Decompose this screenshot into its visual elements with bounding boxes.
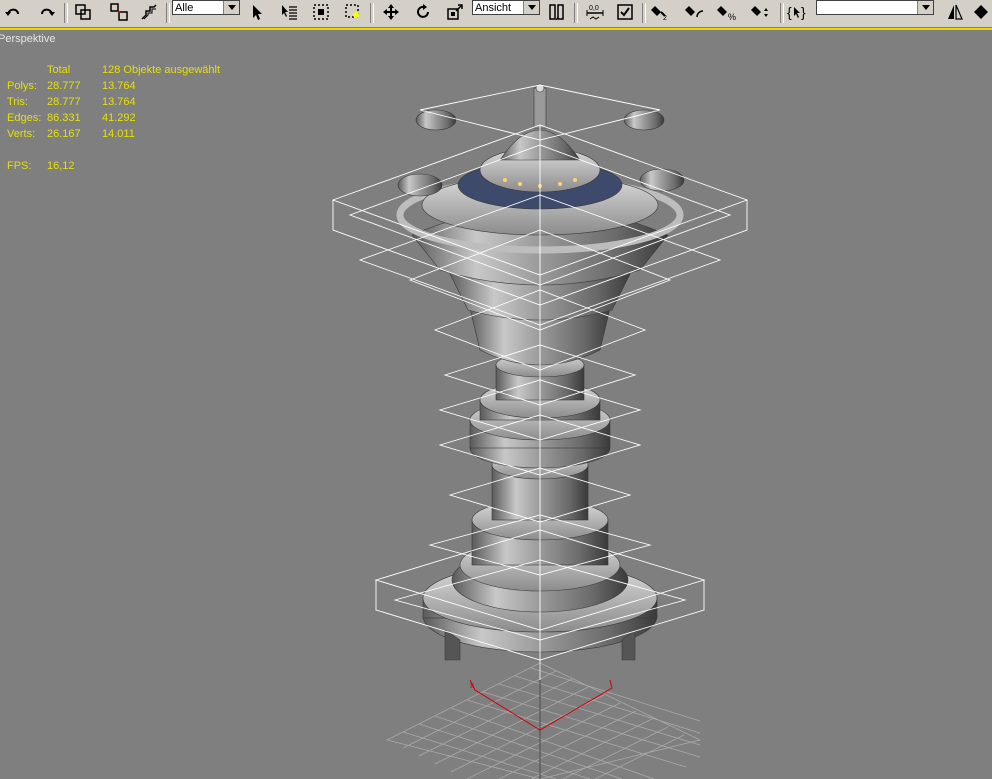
perspective-viewport[interactable]: x Perspektive Total 128 Objekte ausgewäh… bbox=[0, 30, 992, 779]
chevron-down-icon bbox=[917, 1, 933, 14]
reference-coordinate-value: Ansicht bbox=[475, 2, 512, 14]
stats-row-selected: 13.764 bbox=[102, 80, 136, 92]
fps-value: 16,12 bbox=[47, 160, 75, 172]
stats-row-total: 26.167 bbox=[47, 128, 81, 140]
stats-row-selected: 41.292 bbox=[102, 112, 136, 124]
spinner-snap-toggle-icon[interactable] bbox=[750, 1, 772, 23]
svg-text:x: x bbox=[470, 681, 474, 690]
unlink-selection-icon[interactable] bbox=[108, 1, 130, 23]
select-and-link-icon[interactable] bbox=[72, 1, 94, 23]
rotate-icon[interactable] bbox=[412, 1, 434, 23]
chevron-down-icon bbox=[523, 1, 539, 14]
tower-model bbox=[396, 83, 685, 661]
stats-row-selected: 14.011 bbox=[102, 128, 135, 140]
redo-icon[interactable] bbox=[36, 1, 58, 23]
move-icon[interactable] bbox=[380, 1, 402, 23]
edit-named-selection-icon[interactable]: {} bbox=[786, 1, 808, 23]
stats-row-total: 86.331 bbox=[47, 112, 81, 124]
bind-to-space-warp-icon[interactable] bbox=[138, 1, 160, 23]
svg-text:{: { bbox=[787, 4, 792, 20]
viewport-scene: x bbox=[331, 83, 749, 779]
reference-coordinate-dropdown[interactable]: Ansicht bbox=[472, 0, 540, 15]
selection-filter-dropdown[interactable]: Alle bbox=[172, 0, 240, 15]
viewport-label[interactable]: Perspektive bbox=[0, 33, 55, 45]
stats-row-label: Verts: bbox=[7, 128, 36, 140]
svg-text:2: 2 bbox=[663, 15, 667, 21]
main-toolbar: Alle Ansicht 0,0 2 % {} bbox=[0, 0, 992, 28]
stats-row-label: Tris: bbox=[7, 96, 28, 108]
scale-icon[interactable] bbox=[444, 1, 466, 23]
percent-snap-toggle-icon[interactable]: % bbox=[716, 1, 738, 23]
stats-row-label: Polys: bbox=[7, 80, 37, 92]
stats-row-label: Edges: bbox=[7, 112, 42, 124]
mirror-icon[interactable] bbox=[944, 1, 966, 23]
stats-row-total: 28.777 bbox=[47, 96, 81, 108]
window-crossing-selection-icon[interactable] bbox=[342, 1, 364, 23]
named-selection-sets-dropdown[interactable] bbox=[816, 0, 934, 15]
select-by-name-icon[interactable] bbox=[278, 1, 300, 23]
select-object-icon[interactable] bbox=[246, 1, 268, 23]
home-grid bbox=[385, 662, 702, 779]
svg-text:}: } bbox=[801, 4, 806, 20]
svg-text:%: % bbox=[728, 12, 736, 21]
rectangular-selection-region-icon[interactable] bbox=[310, 1, 332, 23]
snap-toggle-icon[interactable]: 2 bbox=[650, 1, 672, 23]
spinner-snap-toggle[interactable]: 0,0 bbox=[584, 1, 606, 23]
named-selection-icon[interactable] bbox=[614, 1, 636, 23]
spinner-value: 0,0 bbox=[589, 5, 599, 12]
undo-icon[interactable] bbox=[2, 1, 24, 23]
stats-row-selected: 13.764 bbox=[102, 96, 136, 108]
stats-header-selected: 128 Objekte ausgewählt bbox=[102, 64, 221, 76]
stats-header-total: Total bbox=[47, 64, 71, 76]
stats-row-total: 28.777 bbox=[47, 80, 81, 92]
chevron-down-icon bbox=[223, 1, 239, 14]
bounding-wireframe bbox=[331, 84, 749, 680]
angle-snap-toggle-icon[interactable] bbox=[684, 1, 706, 23]
selection-filter-value: Alle bbox=[175, 2, 194, 14]
align-icon[interactable] bbox=[970, 1, 992, 23]
fps-label: FPS: bbox=[7, 160, 32, 172]
pivot-point-center-icon[interactable] bbox=[546, 1, 568, 23]
